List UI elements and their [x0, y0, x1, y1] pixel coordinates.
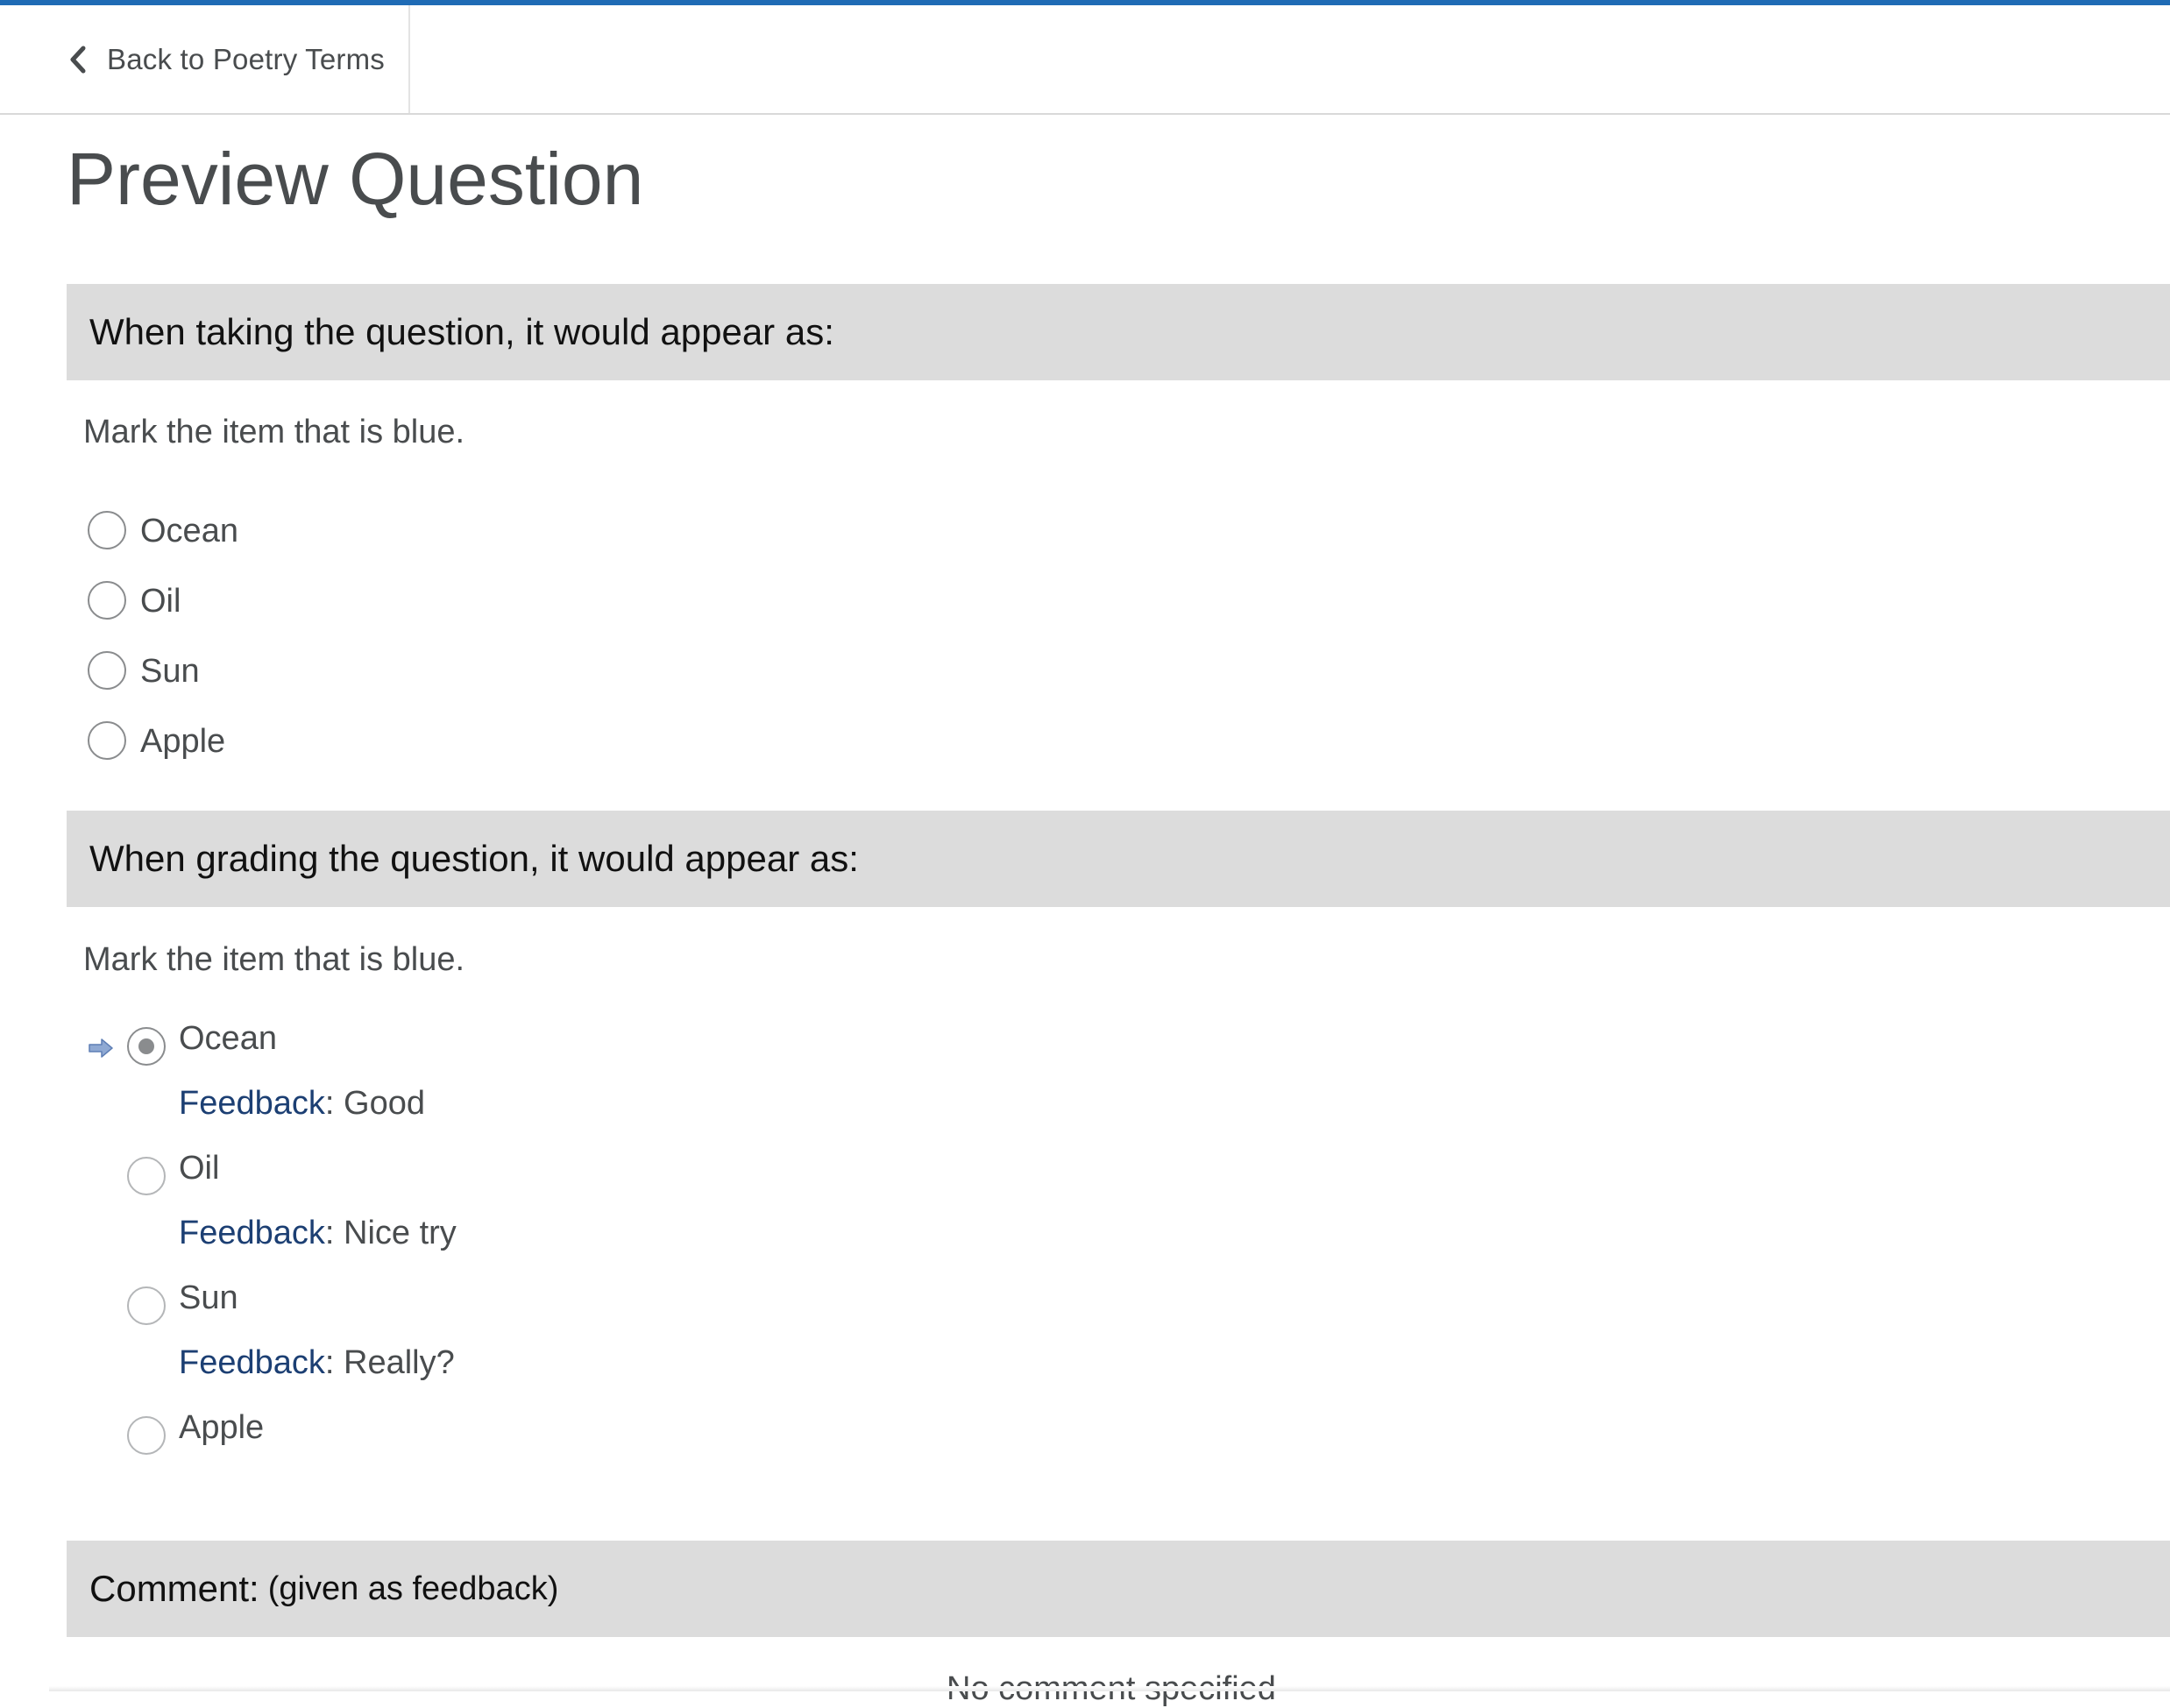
comment-subheading: (given as feedback)	[267, 1570, 559, 1607]
taking-radio-apple[interactable]	[88, 721, 126, 760]
taking-question-prompt: Mark the item that is blue.	[83, 414, 465, 450]
comment-heading: Comment:	[89, 1568, 259, 1609]
chevron-left-icon	[67, 44, 89, 75]
feedback-text: Nice try	[344, 1215, 457, 1251]
grading-feedback: Feedback: Nice try	[179, 1215, 457, 1251]
taking-radio-ocean[interactable]	[88, 511, 126, 549]
back-link-label: Back to Poetry Terms	[107, 42, 386, 75]
page-title: Preview Question	[67, 138, 644, 220]
feedback-text: Really?	[344, 1344, 455, 1381]
grading-option-label: Sun	[179, 1279, 238, 1316]
taking-radio-oil[interactable]	[88, 581, 126, 620]
comment-section-header: Comment: (given as feedback)	[67, 1541, 2170, 1637]
grading-feedback: Feedback: Really?	[179, 1344, 455, 1381]
grading-option-label: Ocean	[179, 1020, 277, 1057]
taking-radio-sun[interactable]	[88, 651, 126, 690]
grading-radio-apple	[127, 1416, 166, 1455]
back-to-poetry-terms-link[interactable]: Back to Poetry Terms	[0, 5, 410, 113]
grading-radio-oil	[127, 1157, 166, 1195]
taking-option-label: Ocean	[140, 513, 238, 549]
grading-section-header: When grading the question, it would appe…	[67, 811, 2170, 907]
feedback-text: Good	[344, 1085, 425, 1122]
navigation-bar: Back to Poetry Terms	[0, 5, 2170, 115]
grading-option-label: Apple	[179, 1409, 265, 1446]
feedback-key: Feedback	[179, 1344, 325, 1381]
taking-section-header: When taking the question, it would appea…	[67, 284, 2170, 380]
grading-section-heading: When grading the question, it would appe…	[89, 838, 859, 879]
grading-radio-sun	[127, 1286, 166, 1325]
bottom-shadow	[49, 1686, 2170, 1691]
grading-feedback: Feedback: Good	[179, 1085, 425, 1122]
arrow-right-icon	[88, 1038, 114, 1059]
grading-question-prompt: Mark the item that is blue.	[83, 941, 465, 978]
feedback-key: Feedback	[179, 1085, 325, 1122]
selected-dot-icon	[138, 1038, 154, 1054]
taking-option-label: Apple	[140, 723, 226, 760]
taking-section-heading: When taking the question, it would appea…	[89, 311, 834, 352]
feedback-key: Feedback	[179, 1215, 325, 1251]
taking-option-label: Oil	[140, 583, 181, 620]
taking-option-label: Sun	[140, 653, 200, 690]
grading-radio-ocean	[127, 1027, 166, 1066]
grading-option-label: Oil	[179, 1150, 220, 1187]
